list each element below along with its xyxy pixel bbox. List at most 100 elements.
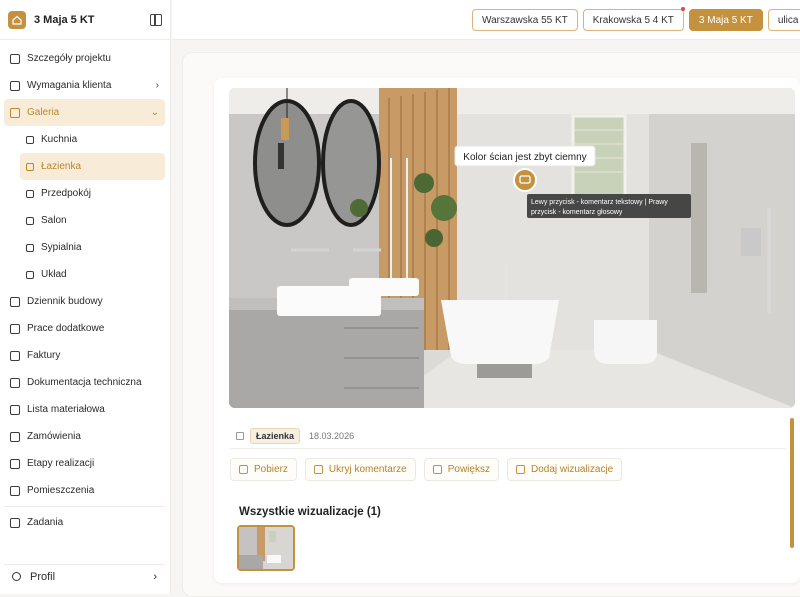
sidebar-item-zadania[interactable]: Zadania — [4, 509, 165, 536]
bathroom-render[interactable]: Kolor ścian jest zbyt ciemny Lewy przyci… — [229, 88, 795, 408]
sidebar-subitem-przedpokoj[interactable]: Przedpokój — [20, 180, 165, 207]
home-icon — [236, 431, 244, 440]
project-tabs: Warszawska 55 KT Krakowska 5 4 KT 3 Maja… — [472, 7, 800, 31]
sidebar-item-label: Dziennik budowy — [27, 296, 103, 307]
sidebar-nav: Szczegóły projektu Wymagania klienta › G… — [4, 45, 165, 536]
tab-3-maja[interactable]: 3 Maja 5 KT — [688, 9, 763, 31]
sidebar-item-dokumentacja[interactable]: Dokumentacja techniczna — [4, 369, 165, 396]
grid-icon — [10, 53, 20, 64]
sidebar-item-label: Łazienka — [41, 161, 82, 172]
image-meta: Łazienka 18.03.2026 — [230, 423, 786, 449]
camera-icon — [10, 296, 20, 307]
sidebar-item-label: Sypialnia — [41, 242, 82, 253]
profile-menu[interactable]: Profil › — [4, 564, 165, 588]
wrench-icon — [10, 323, 20, 334]
comment-icon — [313, 465, 323, 474]
tooltip-line-2: przycisk - komentarz głosowy — [531, 209, 623, 216]
sidebar-subitem-sypialnia[interactable]: Sypialnia — [20, 234, 165, 261]
sidebar-item-label: Dokumentacja techniczna — [27, 377, 142, 388]
sidebar-subitem-lazienka[interactable]: Łazienka — [20, 153, 165, 180]
sidebar-header: 3 Maja 5 KT — [0, 0, 170, 40]
receipt-icon — [10, 350, 20, 361]
sidebar-item-label: Zamówienia — [27, 431, 81, 442]
sidebar-item-label: Układ — [41, 269, 67, 280]
button-label: Powiększ — [447, 464, 490, 475]
home-icon — [26, 162, 34, 171]
sidebar-item-label: Etapy realizacji — [27, 458, 95, 469]
clipboard-icon — [10, 80, 20, 91]
sidebar-item-label: Przedpokój — [41, 188, 92, 199]
sidebar-item-label: Kuchnia — [41, 134, 78, 145]
comment-pin-icon[interactable] — [513, 168, 537, 192]
sidebar-subitem-uklad[interactable]: Układ — [20, 261, 165, 288]
add-visualization-button[interactable]: Dodaj wizualizacje — [506, 458, 623, 481]
chevron-right-icon: › — [153, 570, 157, 583]
tasks-icon — [10, 517, 20, 528]
scrollbar[interactable] — [790, 418, 794, 548]
visualization-image[interactable]: Kolor ścian jest zbyt ciemny Lewy przyci… — [229, 88, 795, 408]
tab-ulica[interactable]: ulica 4 KT — [767, 9, 800, 31]
sidebar-item-lista[interactable]: Lista materiałowa — [4, 396, 165, 423]
chevron-right-icon: › — [155, 80, 159, 91]
hide-comments-button[interactable]: Ukryj komentarze — [304, 458, 416, 481]
image-icon — [10, 107, 20, 118]
sidebar-subitem-salon[interactable]: Salon — [20, 207, 165, 234]
package-icon — [10, 404, 20, 415]
home-icon — [26, 135, 34, 144]
home-icon — [26, 270, 34, 279]
zoom-icon — [432, 465, 442, 474]
topbar: Warszawska 55 KT Krakowska 5 4 KT 3 Maja… — [172, 0, 800, 40]
sidebar-item-galeria[interactable]: Galeria ⌄ — [4, 99, 165, 126]
sidebar-subitem-kuchnia[interactable]: Kuchnia — [20, 126, 165, 153]
home-icon — [26, 216, 34, 225]
tooltip-line-1: Lewy przycisk - komentarz tekstowy | Pra… — [531, 199, 668, 206]
sidebar-item-wymagania[interactable]: Wymagania klienta › — [4, 72, 165, 99]
tab-label: ulica 4 KT — [777, 14, 800, 26]
project-title: 3 Maja 5 KT — [34, 13, 95, 26]
sidebar-item-label: Galeria — [27, 107, 60, 118]
sidebar-item-faktury[interactable]: Faktury — [4, 342, 165, 369]
home-icon — [26, 189, 34, 198]
image-date: 18.03.2026 — [309, 430, 355, 441]
chevron-down-icon: ⌄ — [150, 107, 159, 118]
button-label: Dodaj wizualizacje — [530, 464, 614, 475]
home-logo-icon[interactable] — [8, 10, 26, 29]
visualization-thumbnail[interactable] — [237, 525, 295, 571]
sidebar-item-dziennik[interactable]: Dziennik budowy — [4, 288, 165, 315]
home-icon — [26, 243, 34, 252]
user-icon — [12, 572, 21, 581]
sidebar-item-label: Wymagania klienta — [27, 80, 112, 91]
sidebar-item-szczegoly[interactable]: Szczegóły projektu — [4, 45, 165, 72]
comment-text: Kolor ścian jest zbyt ciemny — [463, 152, 586, 163]
download-icon — [239, 465, 248, 474]
document-icon — [10, 377, 20, 388]
tab-warszawska[interactable]: Warszawska 55 KT — [472, 9, 578, 31]
sidebar-item-pomieszczenia[interactable]: Pomieszczenia — [4, 477, 165, 504]
sidebar-item-zamowienia[interactable]: Zamówienia — [4, 423, 165, 450]
rooms-icon — [10, 485, 20, 496]
sidebar-toggle-icon[interactable] — [150, 13, 162, 26]
check-circle-icon — [10, 458, 20, 469]
sidebar-item-label: Zadania — [27, 517, 64, 528]
zoom-button[interactable]: Powiększ — [423, 458, 499, 481]
visualization-card: Kolor ścian jest zbyt ciemny Lewy przyci… — [214, 78, 800, 583]
tab-krakowska[interactable]: Krakowska 5 4 KT — [582, 7, 685, 31]
sidebar-item-etapy[interactable]: Etapy realizacji — [4, 450, 165, 477]
button-label: Ukryj komentarze — [328, 464, 407, 475]
sidebar-item-prace[interactable]: Prace dodatkowe — [4, 315, 165, 342]
all-visualizations-title: Wszystkie wizualizacje (1) — [239, 506, 381, 518]
image-actions: Pobierz Ukryj komentarze Powiększ Dodaj … — [230, 458, 623, 481]
tab-label: Krakowska 5 4 KT — [592, 14, 674, 26]
cart-icon — [10, 431, 20, 442]
download-button[interactable]: Pobierz — [230, 458, 297, 481]
divider — [4, 506, 165, 507]
room-badge: Łazienka — [250, 427, 301, 444]
button-label: Pobierz — [254, 464, 288, 475]
sidebar-item-label: Prace dodatkowe — [27, 323, 105, 334]
tab-label: Warszawska 55 KT — [482, 14, 568, 26]
tab-label: 3 Maja 5 KT — [698, 14, 753, 26]
gallery-submenu: Kuchnia Łazienka Przedpokój Salon Sypial… — [4, 126, 165, 288]
sidebar: 3 Maja 5 KT Szczegóły projektu Wymagania… — [0, 0, 171, 594]
notification-dot — [680, 7, 685, 11]
sidebar-item-label: Salon — [41, 215, 67, 226]
